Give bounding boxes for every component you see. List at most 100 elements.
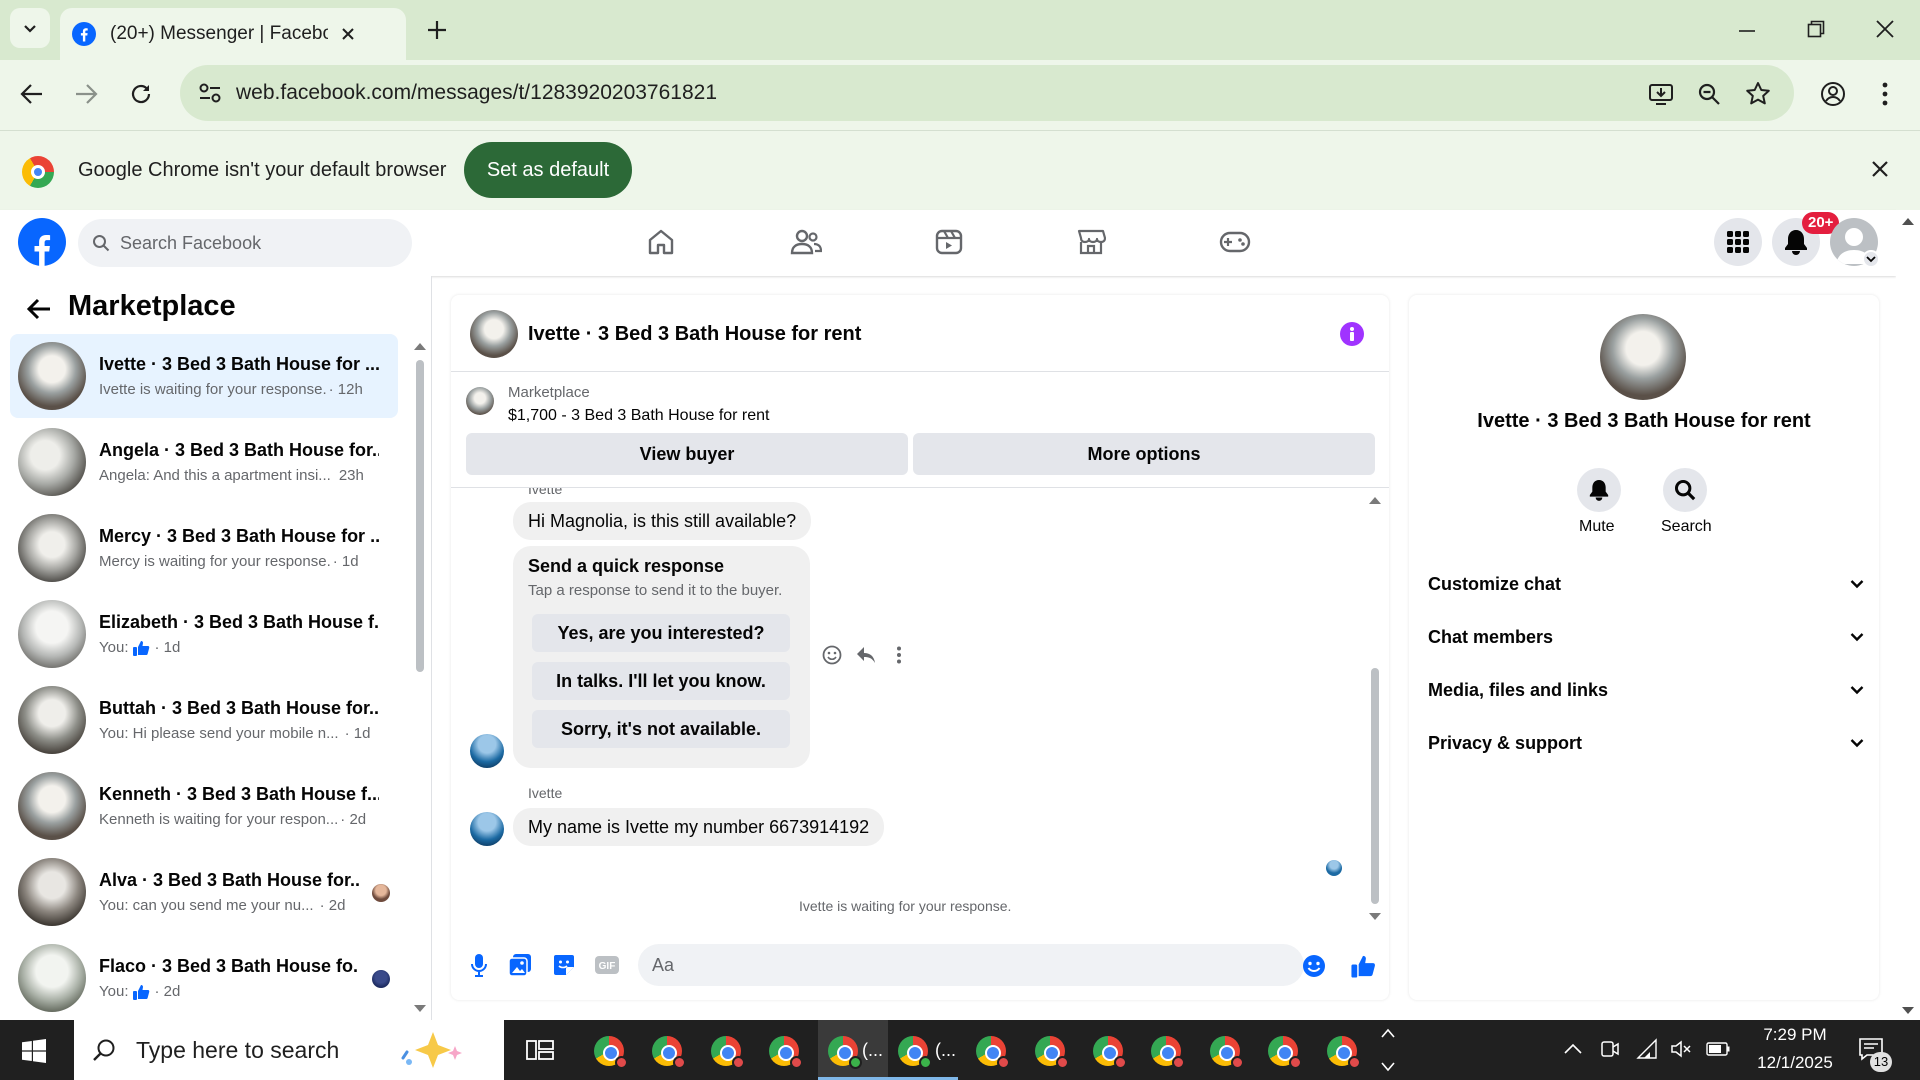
taskbar-chrome-icon[interactable] [1327,1036,1361,1069]
details-avatar[interactable] [1600,314,1686,400]
view-buyer-button[interactable]: View buyer [466,433,908,475]
friends-icon[interactable] [790,228,822,256]
battery-icon[interactable] [1706,1042,1730,1056]
list-scroll-up-icon[interactable] [413,342,427,351]
list-scrollbar-thumb[interactable] [416,360,424,672]
conversation-item[interactable]: Angela · 3 Bed 3 Bath House for... Angel… [10,420,398,504]
attach-photo-icon[interactable] [508,953,532,977]
taskbar-chrome-icon[interactable] [1035,1036,1069,1069]
search-in-conversation-button[interactable] [1663,468,1707,512]
taskbar-scroll-up-icon[interactable] [1381,1028,1395,1038]
reply-icon[interactable] [856,646,876,664]
conversation-item[interactable]: Kenneth · 3 Bed 3 Bath House f... Kennet… [10,764,398,848]
taskbar-chrome-icon[interactable] [1268,1036,1302,1069]
microphone-icon[interactable] [470,953,488,977]
task-view-icon[interactable] [526,1038,554,1062]
tab-search-button[interactable] [10,8,50,48]
quick-response-yes-button[interactable]: Yes, are you interested? [532,614,790,652]
facebook-logo-icon[interactable] [18,218,66,266]
message-bubble[interactable]: My name is Ivette my number 6673914192 [513,808,885,846]
facebook-search-bar[interactable]: Search Facebook [78,219,412,267]
conversation-info-button[interactable] [1340,322,1364,346]
emoji-icon[interactable] [1302,954,1326,978]
meet-now-icon[interactable] [1600,1039,1620,1059]
quick-response-not-available-button[interactable]: Sorry, it's not available. [532,710,790,748]
site-info-icon[interactable] [198,83,222,103]
taskbar-chrome-icon[interactable] [976,1036,1010,1069]
taskbar-chrome-icon[interactable] [711,1036,745,1069]
message-input[interactable]: Aa [638,944,1304,986]
taskbar-chrome-icon[interactable] [1210,1036,1244,1069]
windows-start-icon[interactable] [22,1039,46,1063]
page-scrollbar[interactable] [1896,210,1920,1020]
network-icon[interactable] [1636,1038,1658,1060]
taskbar-chrome-icon[interactable] [594,1036,628,1069]
restore-icon[interactable] [1807,20,1825,38]
profile-icon[interactable] [1820,81,1846,107]
minimize-icon[interactable] [1738,22,1756,40]
forward-icon[interactable] [74,83,98,105]
taskbar-chrome-icon[interactable] [1093,1036,1127,1069]
menu-button[interactable] [1714,218,1762,266]
sticker-icon[interactable] [552,953,576,977]
chat-scroll-up-icon[interactable] [1368,496,1382,505]
show-hidden-icons-icon[interactable] [1564,1043,1582,1055]
taskbar-search-box[interactable]: Type here to search [74,1020,504,1080]
chat-header-avatar[interactable] [470,310,518,358]
more-options-button[interactable]: More options [913,433,1375,475]
privacy-support-section[interactable]: Privacy & support [1428,723,1864,763]
conversation-item[interactable]: Alva · 3 Bed 3 Bath House for... You: ca… [10,850,398,934]
taskbar-date[interactable]: 12/1/2025 [1748,1053,1842,1073]
gaming-icon[interactable] [1219,230,1251,254]
taskbar-chrome-icon[interactable] [652,1036,686,1069]
reload-icon[interactable] [129,82,153,106]
customize-chat-section[interactable]: Customize chat [1428,564,1864,604]
sender-avatar[interactable] [470,812,504,846]
url-text[interactable]: web.facebook.com/messages/t/128392020376… [236,81,717,105]
conversation-item[interactable]: Elizabeth · 3 Bed 3 Bath House f... You:… [10,592,398,676]
list-scroll-down-icon[interactable] [413,1004,427,1013]
new-tab-icon[interactable] [426,19,448,41]
taskbar-chrome-icon[interactable] [1151,1036,1185,1069]
message-bubble[interactable]: Hi Magnolia, is this still available? [513,502,812,540]
gif-icon[interactable]: GIF [594,955,620,975]
listing-price[interactable]: $1,700 - 3 Bed 3 Bath House for rent [508,407,770,425]
home-icon[interactable] [646,227,676,257]
volume-muted-icon[interactable] [1670,1039,1692,1059]
taskbar-chrome-icon[interactable] [769,1036,803,1069]
mute-button[interactable] [1577,468,1621,512]
close-window-icon[interactable] [1876,20,1894,38]
taskbar-time[interactable]: 7:29 PM [1754,1025,1836,1045]
conversation-item[interactable]: Flaco · 3 Bed 3 Bath House fo... You: · … [10,936,398,1020]
set-default-button[interactable]: Set as default [464,142,632,198]
like-button-icon[interactable] [1350,953,1376,979]
more-actions-icon[interactable] [896,646,902,664]
bookmark-star-icon[interactable] [1745,81,1771,107]
video-icon[interactable] [934,228,964,256]
taskbar-scroll-down-icon[interactable] [1381,1062,1395,1072]
sender-avatar[interactable] [470,734,504,768]
quick-response-in-talks-button[interactable]: In talks. I'll let you know. [532,662,790,700]
back-icon[interactable] [20,83,44,105]
chat-title[interactable]: Ivette · 3 Bed 3 Bath House for rent [528,323,861,346]
zoom-icon[interactable] [1697,82,1721,106]
marketplace-icon[interactable] [1076,228,1106,256]
taskbar-chrome-icon[interactable] [898,1036,932,1069]
taskbar-chrome-icon[interactable] [828,1036,862,1069]
conversation-item[interactable]: Ivette · 3 Bed 3 Bath House for ... Ivet… [10,334,398,418]
active-tab[interactable]: (20+) Messenger | Facebook [60,8,406,60]
conversation-item[interactable]: Mercy · 3 Bed 3 Bath House for ... Mercy… [10,506,398,590]
scroll-up-arrow-icon[interactable] [1901,216,1915,226]
react-emoji-icon[interactable] [822,645,842,665]
back-arrow-icon[interactable] [26,298,52,320]
chat-members-section[interactable]: Chat members [1428,617,1864,657]
address-bar[interactable]: web.facebook.com/messages/t/128392020376… [180,65,1794,121]
close-tab-icon[interactable] [340,26,356,42]
chat-scroll-down-icon[interactable] [1368,912,1382,921]
menu-dots-icon[interactable] [1880,82,1890,106]
media-files-links-section[interactable]: Media, files and links [1428,670,1864,710]
conversation-item[interactable]: Buttah · 3 Bed 3 Bath House for... You: … [10,678,398,762]
close-infobar-icon[interactable] [1872,161,1888,177]
account-chevron-icon[interactable] [1862,250,1880,268]
scroll-down-arrow-icon[interactable] [1901,1006,1915,1016]
